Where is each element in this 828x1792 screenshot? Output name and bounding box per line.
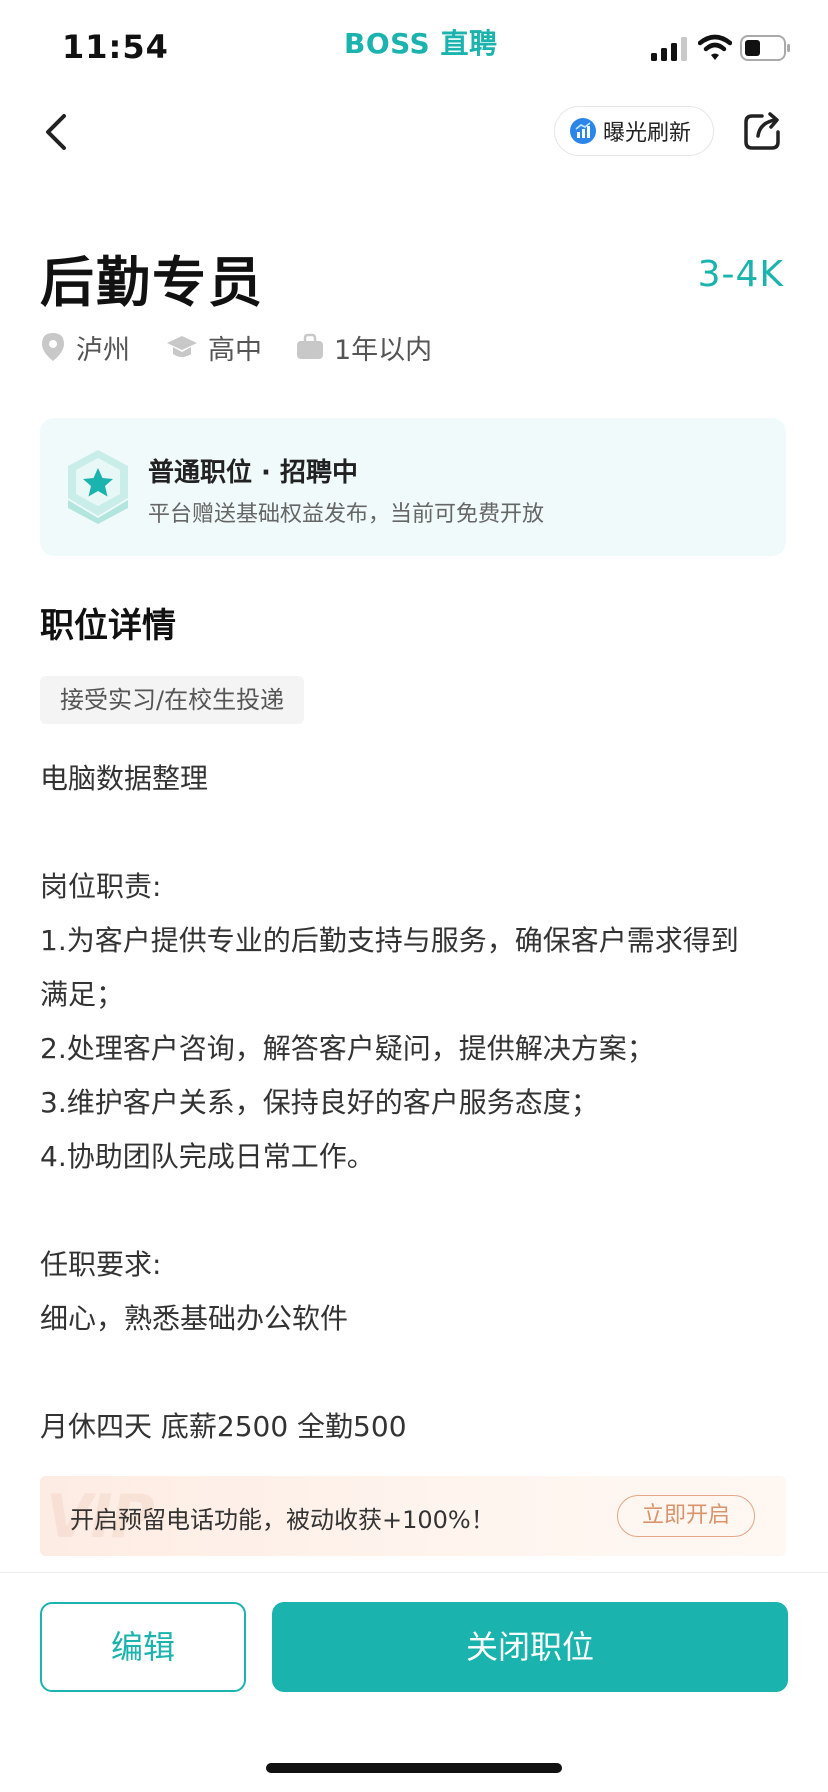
description-line: 3.维护客户关系，保持良好的客户服务态度；: [40, 1086, 599, 1119]
graduation-cap-icon: [167, 336, 197, 357]
description-line: 4.协助团队完成日常工作。: [40, 1140, 375, 1173]
phone-reserve-promo-banner: VIP 开启预留电话功能，被动收获+100%！ 立即开启: [40, 1476, 786, 1556]
job-description: 电脑数据整理 岗位职责: 1.为客户提供专业的后勤支持与服务，确保客户需求得到 …: [40, 752, 790, 1454]
job-title: 后勤专员: [40, 251, 264, 314]
wifi-icon: [698, 34, 732, 60]
description-line: 2.处理客户咨询，解答客户疑问，提供解决方案；: [40, 1032, 655, 1065]
share-button[interactable]: [742, 110, 782, 152]
star-badge-icon: [68, 450, 128, 524]
description-blank-line: [40, 1184, 790, 1238]
job-experience-text: 1年以内: [334, 334, 433, 366]
salary-range: 3-4K: [697, 254, 784, 295]
job-status-card: 普通职位 · 招聘中 平台赠送基础权益发布，当前可免费开放: [40, 418, 786, 556]
description-line: 细心，熟悉基础办公软件: [40, 1302, 349, 1335]
briefcase-icon: [297, 333, 323, 359]
job-education-text: 高中: [208, 334, 262, 366]
description-line: 月休四天 底薪2500 全勤500: [40, 1410, 407, 1443]
close-job-button[interactable]: 关闭职位: [272, 1602, 788, 1692]
exposure-refresh-button[interactable]: 曝光刷新: [554, 106, 714, 156]
edit-button[interactable]: 编辑: [40, 1602, 246, 1692]
bottom-bar-divider: [0, 1572, 828, 1573]
signal-icon: [651, 37, 687, 61]
job-location: 泸州: [40, 330, 130, 366]
section-heading-job-details: 职位详情: [40, 606, 176, 646]
description-line: 任职要求:: [40, 1248, 162, 1281]
exposure-refresh-label: 曝光刷新: [603, 121, 692, 146]
description-blank-line: [40, 806, 790, 860]
app-brand: BOSS 直聘: [344, 27, 498, 60]
location-pin-icon: [42, 333, 64, 361]
job-status-title: 普通职位 · 招聘中: [148, 458, 358, 488]
job-status-subtitle: 平台赠送基础权益发布，当前可免费开放: [148, 502, 545, 527]
description-blank-line: [40, 1346, 790, 1400]
enable-now-button[interactable]: 立即开启: [617, 1495, 755, 1537]
internship-tag: 接受实习/在校生投递: [40, 676, 305, 724]
description-line: 岗位职责:: [40, 870, 162, 903]
job-location-text: 泸州: [76, 334, 130, 366]
job-experience: 1年以内: [296, 330, 433, 366]
home-indicator: [266, 1763, 562, 1773]
description-line: 满足；: [40, 978, 125, 1011]
status-time: 11:54: [62, 28, 169, 66]
job-education: 高中: [166, 330, 262, 366]
back-button[interactable]: [36, 104, 76, 160]
promo-text: 开启预留电话功能，被动收获+100%！: [70, 1506, 495, 1534]
description-line: 电脑数据整理: [40, 762, 209, 795]
refresh-chart-icon: [570, 118, 596, 144]
description-line: 1.为客户提供专业的后勤支持与服务，确保客户需求得到: [40, 924, 739, 957]
battery-icon: [740, 35, 790, 61]
